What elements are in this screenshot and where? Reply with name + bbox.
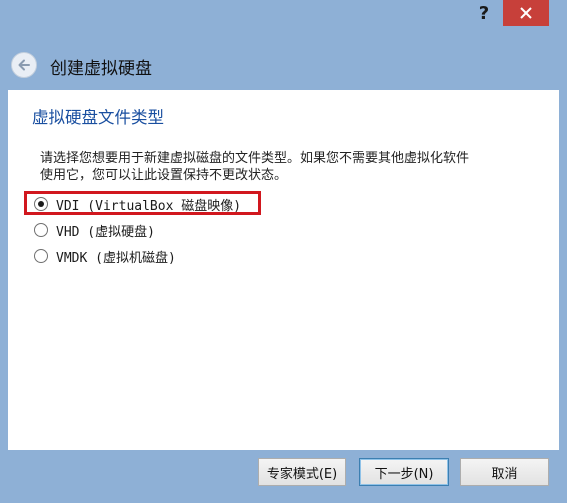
back-button[interactable] [11, 52, 37, 78]
description-line-2: 使用它，您可以让此设置保持不更改状态。 [40, 168, 288, 183]
close-button[interactable] [503, 0, 549, 26]
next-button[interactable]: 下一步(N) [359, 458, 449, 486]
help-button[interactable]: ? [469, 0, 499, 26]
option-vdi-label: VDI (VirtualBox 磁盘映像) [56, 198, 242, 214]
dialog-window: ? 创建虚拟硬盘 虚拟硬盘文件类型 请选择您想要用于新建虚拟磁盘的文件类型。如果… [0, 0, 567, 503]
option-vmdk-label: VMDK (虚拟机磁盘) [56, 250, 176, 266]
option-vdi[interactable]: VDI (VirtualBox 磁盘映像) [34, 193, 241, 215]
radio-vmdk[interactable] [34, 249, 48, 263]
section-title: 虚拟硬盘文件类型 [32, 108, 164, 127]
close-icon [520, 7, 532, 19]
wizard-title: 创建虚拟硬盘 [50, 59, 152, 79]
radio-vdi[interactable] [34, 197, 48, 211]
help-icon: ? [478, 2, 490, 24]
description-text: 请选择您想要用于新建虚拟磁盘的文件类型。如果您不需要其他虚拟化软件 使用它，您可… [40, 150, 550, 184]
option-vhd[interactable]: VHD (虚拟硬盘) [34, 219, 155, 241]
expert-mode-button[interactable]: 专家模式(E) [258, 458, 346, 486]
option-vmdk[interactable]: VMDK (虚拟机磁盘) [34, 245, 176, 267]
content-panel: 虚拟硬盘文件类型 请选择您想要用于新建虚拟磁盘的文件类型。如果您不需要其他虚拟化… [8, 90, 559, 450]
radio-vhd[interactable] [34, 223, 48, 237]
back-arrow-icon [18, 59, 30, 71]
option-vhd-label: VHD (虚拟硬盘) [56, 224, 155, 240]
cancel-button[interactable]: 取消 [460, 458, 549, 486]
description-line-1: 请选择您想要用于新建虚拟磁盘的文件类型。如果您不需要其他虚拟化软件 [40, 151, 470, 166]
